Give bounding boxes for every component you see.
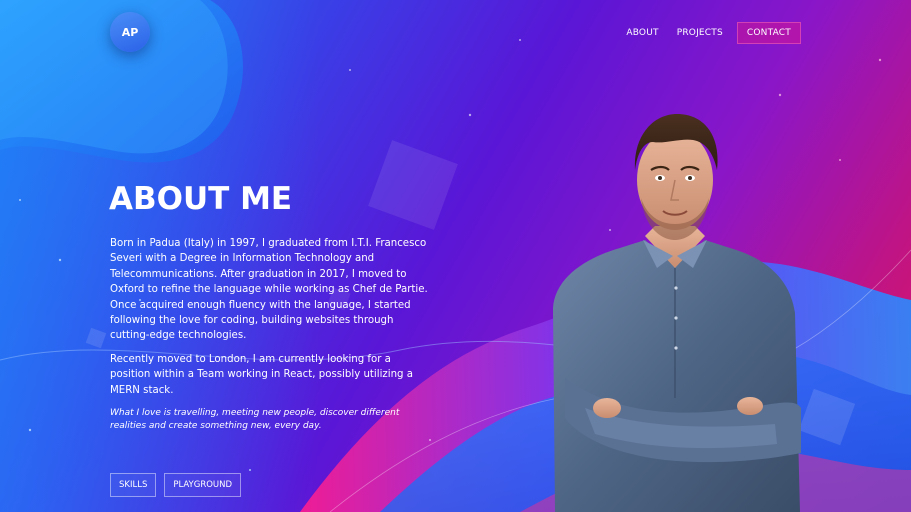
- nav-about[interactable]: ABOUT: [618, 23, 666, 43]
- about-page: AP ABOUT PROJECTS CONTACT ABOUT ME Born …: [0, 0, 911, 512]
- page-title: ABOUT ME: [109, 181, 293, 217]
- skills-button[interactable]: SKILLS: [110, 473, 157, 497]
- bio-paragraph: Recently moved to London, I am currently…: [110, 353, 413, 396]
- nav-projects[interactable]: PROJECTS: [669, 23, 731, 43]
- nav-contact[interactable]: CONTACT: [736, 22, 801, 44]
- bio-section: Born in Padua (Italy) in 1997, I graduat…: [110, 236, 430, 440]
- bio-tagline: What I love is travelling, meeting new p…: [110, 408, 400, 431]
- logo-avatar[interactable]: AP: [110, 12, 150, 52]
- section-buttons: SKILLS PLAYGROUND: [110, 473, 242, 497]
- main-nav: ABOUT PROJECTS CONTACT: [616, 22, 801, 44]
- bio-paragraph: Born in Padua (Italy) in 1997, I graduat…: [110, 238, 428, 342]
- playground-button[interactable]: PLAYGROUND: [164, 473, 242, 497]
- portrait-photo: [553, 114, 801, 512]
